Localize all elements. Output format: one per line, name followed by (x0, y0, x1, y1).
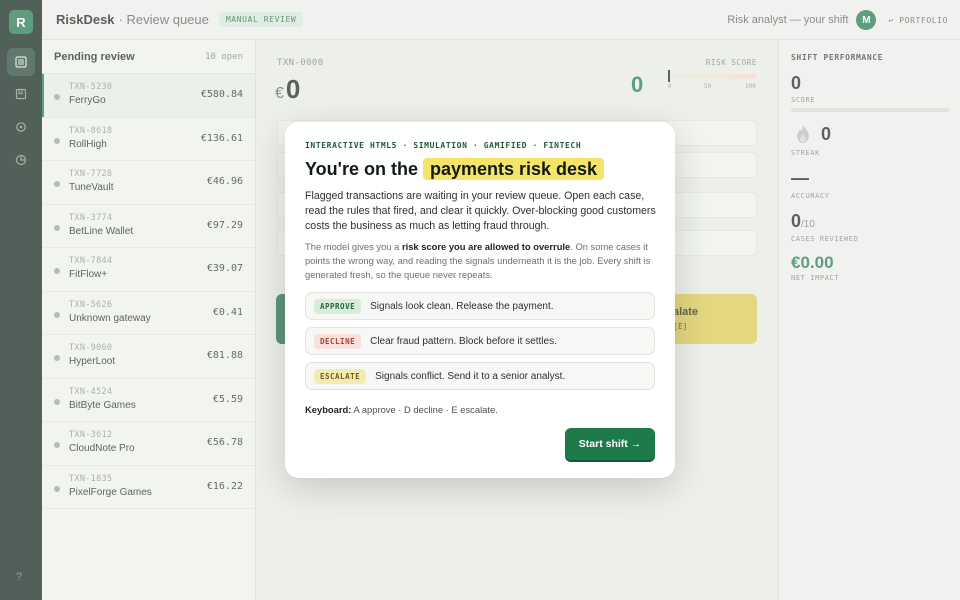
start-shift-button[interactable]: Start shift → (565, 428, 655, 460)
decline-description: Clear fraud pattern. Block before it set… (370, 335, 557, 347)
modal-title-highlight: payments risk desk (422, 158, 605, 180)
modal-title-prefix: You're on the (305, 159, 423, 179)
escalate-description: Signals conflict. Send it to a senior an… (375, 370, 566, 382)
decline-chip: DECLINE (314, 333, 362, 349)
modal-eyebrow: INTERACTIVE HTML5 · SIMULATION · GAMIFIE… (305, 141, 582, 150)
keyboard-hint: Keyboard: A approve · D decline · E esca… (305, 404, 498, 415)
modal-detail-text: The model gives you a risk score you are… (305, 240, 657, 282)
detail-before: The model gives you a (305, 241, 402, 252)
intro-modal: INTERACTIVE HTML5 · SIMULATION · GAMIFIE… (285, 122, 675, 478)
keyboard-text: A approve · D decline · E escalate. (351, 404, 498, 415)
escalate-chip: ESCALATE (314, 368, 367, 384)
option-approve: APPROVE Signals look clean. Release the … (305, 292, 655, 320)
approve-description: Signals look clean. Release the payment. (370, 300, 554, 312)
option-decline: DECLINE Clear fraud pattern. Block befor… (305, 327, 655, 355)
modal-intro-text: Flagged transactions are waiting in your… (305, 190, 656, 232)
approve-chip: APPROVE (314, 298, 362, 314)
detail-bold: risk score you are allowed to overrule (401, 241, 571, 252)
option-escalate: ESCALATE Signals conflict. Send it to a … (305, 362, 655, 390)
keyboard-label: Keyboard: (305, 404, 352, 415)
modal-title: You're on the payments risk desk (305, 158, 605, 180)
